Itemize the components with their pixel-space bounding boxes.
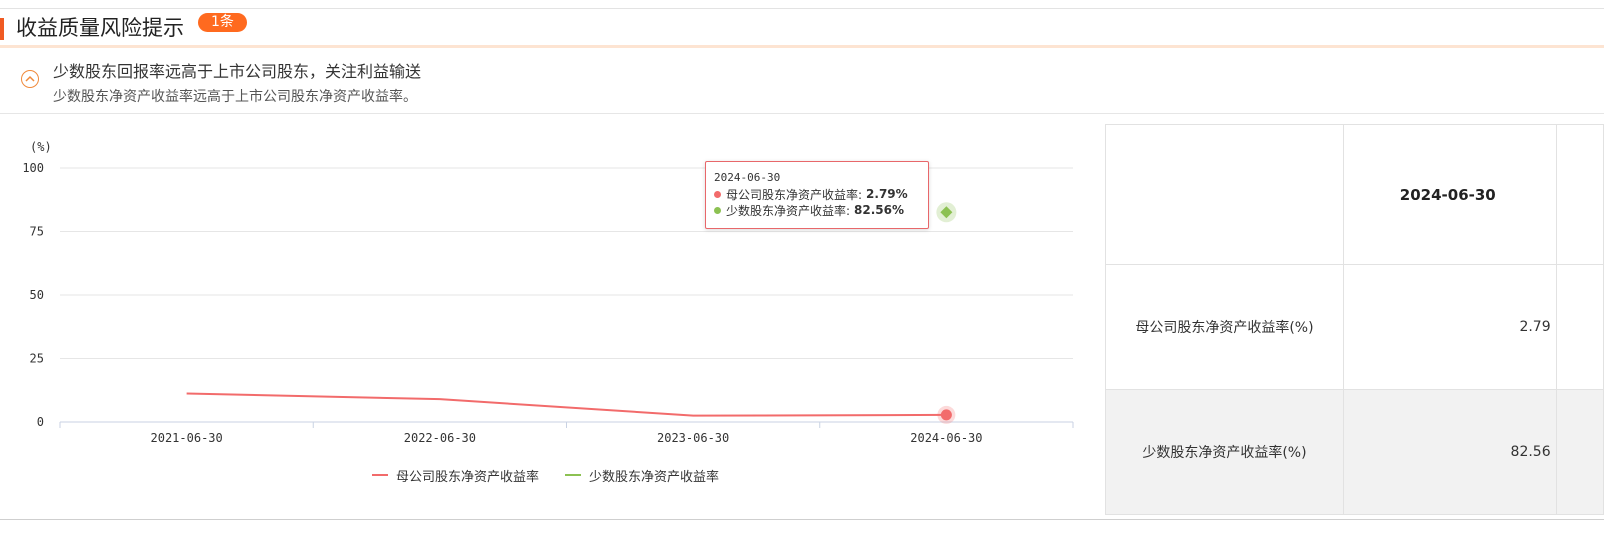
y-tick-label: 50 (30, 288, 44, 302)
legend-label: 少数股东净资产收益率 (589, 469, 720, 485)
y-tick-label: 0 (37, 415, 44, 429)
table-cell (1555, 124, 1604, 265)
risk-count-badge: 1条 (198, 13, 247, 32)
tooltip-label: 少数股东净资产收益率: (726, 203, 851, 218)
series-line (186, 392, 947, 417)
table-cell-value: 82.56 (1342, 389, 1557, 515)
table-row-label: 母公司股东净资产收益率(%) (1105, 264, 1344, 390)
table-cell-value: 2.79 (1342, 264, 1557, 390)
risk-title: 少数股东回报率远高于上市公司股东，关注利益输送 (53, 62, 422, 81)
y-tick-label: 100 (22, 161, 44, 175)
table-cell (1555, 389, 1604, 515)
series-dot-icon (714, 190, 721, 198)
y-tick-label: 25 (30, 352, 44, 366)
chevron-up-icon[interactable] (21, 70, 39, 88)
x-tick-label: 2024-06-30 (910, 431, 982, 445)
tooltip-row: 母公司股东净资产收益率: 2.79% (714, 186, 928, 202)
section-header: 收益质量风险提示 1条 (0, 9, 1604, 45)
legend-swatch (372, 474, 388, 476)
table-row-label: 少数股东净资产收益率(%) (1105, 389, 1344, 515)
table-header-row: 2024-06-30 (1105, 124, 1604, 265)
legend-swatch (565, 474, 581, 476)
table-date-header: 2024-06-30 (1342, 124, 1557, 265)
header-accent-bar (0, 18, 4, 40)
table-corner-cell (1105, 124, 1344, 265)
table-row: 母公司股东净资产收益率(%) 2.79 (1105, 264, 1604, 390)
tooltip-row: 少数股东净资产收益率: 82.56% (714, 202, 928, 218)
y-tick-label: 75 (30, 225, 44, 239)
data-table: 2024-06-30 母公司股东净资产收益率(%) 2.79 少数股东净资产收益… (1105, 124, 1604, 515)
data-point (940, 409, 952, 421)
risk-item[interactable]: 少数股东回报率远高于上市公司股东，关注利益输送 少数股东净资产收益率远高于上市公… (0, 48, 1604, 112)
legend-item-parent[interactable]: 母公司股东净资产收益率 (372, 466, 540, 485)
x-tick-label: 2021-06-30 (151, 431, 223, 445)
series-dot-icon (714, 206, 721, 214)
roe-line-chart: (%) 0 25 50 75 100 2021-06-30 2022-06-30 2023-06… (0, 114, 1100, 524)
risk-description: 少数股东净资产收益率远高于上市公司股东净资产收益率。 (53, 89, 417, 105)
legend-label: 母公司股东净资产收益率 (396, 469, 540, 485)
table-cell (1555, 264, 1604, 390)
tooltip-value: 82.56% (854, 203, 905, 217)
x-tick-label: 2023-06-30 (657, 431, 729, 445)
legend-item-minority[interactable]: 少数股东净资产收益率 (565, 466, 720, 485)
tooltip-label: 母公司股东净资产收益率: (726, 187, 863, 202)
tooltip-value: 2.79% (866, 187, 908, 201)
chart-tooltip: 2024-06-30 母公司股东净资产收益率: 2.79% 少数股东净资产收益率… (705, 161, 929, 229)
bottom-border (0, 519, 1604, 520)
x-tick-label: 2022-06-30 (404, 431, 476, 445)
table-row: 少数股东净资产收益率(%) 82.56 (1105, 389, 1604, 515)
chart-canvas: (%) 0 25 50 75 100 2021-06-30 2022-06-30 2023-06… (22, 140, 1074, 445)
tooltip-date: 2024-06-30 (714, 171, 781, 184)
y-axis-unit-label: (%) (30, 140, 52, 154)
section-title: 收益质量风险提示 (16, 16, 184, 40)
